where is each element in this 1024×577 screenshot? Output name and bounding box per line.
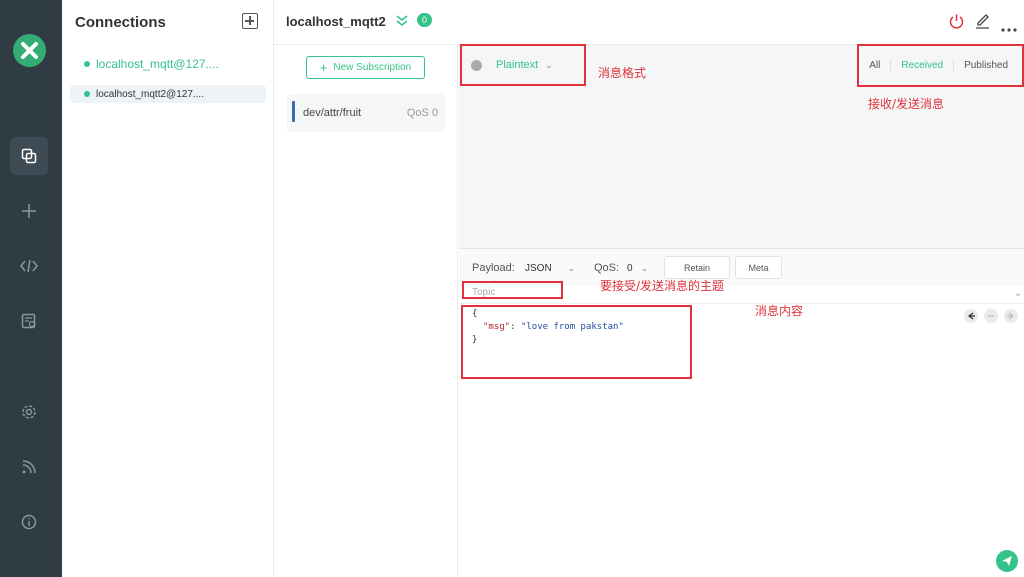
app-window: Connections localhost_mqtt@127.... local… — [0, 0, 1024, 577]
history-reset-icon[interactable] — [984, 309, 998, 323]
new-subscription-button[interactable]: + New Subscription — [306, 56, 425, 79]
annotation-box-format — [460, 44, 586, 86]
online-status-dot — [84, 61, 90, 67]
new-subscription-label: New Subscription — [333, 62, 412, 73]
annotation-topic-label: 要接受/发送消息的主题 — [600, 279, 725, 293]
subscribe-feed-nav-button[interactable] — [10, 448, 48, 486]
connection-item-selected[interactable]: localhost_mqtt2@127.... — [70, 85, 266, 103]
about-nav-button[interactable] — [10, 503, 48, 541]
connection-header: localhost_mqtt2 0 — [274, 0, 1024, 45]
script-nav-button[interactable] — [10, 247, 48, 285]
connection-label: localhost_mqtt2@127.... — [96, 88, 204, 100]
subscription-topic: dev/attr/fruit — [303, 107, 362, 119]
app-logo — [13, 34, 46, 67]
annotation-direction-label: 接收/发送消息 — [868, 97, 945, 111]
subscription-color-bar — [292, 101, 295, 122]
annotation-content-label: 消息内容 — [755, 304, 804, 318]
payload-format-select[interactable]: JSON ⌄ — [525, 259, 575, 277]
message-count-badge: 0 — [417, 13, 432, 27]
connection-item[interactable]: localhost_mqtt@127.... — [70, 45, 266, 83]
retain-checkbox[interactable]: Retain — [664, 256, 730, 279]
history-forward-icon[interactable] — [1004, 309, 1018, 323]
qos-select[interactable]: 0 ⌄ — [627, 259, 648, 277]
send-icon — [1002, 556, 1012, 566]
edit-icon[interactable] — [975, 13, 990, 34]
gear-icon — [21, 404, 37, 420]
payload-label: Payload: — [472, 262, 515, 274]
annotation-box-content — [461, 305, 692, 379]
chevron-down-icon: ⌄ — [567, 262, 576, 273]
qos-label: QoS: — [594, 262, 620, 274]
disconnect-icon[interactable] — [949, 13, 964, 34]
connections-title: Connections — [75, 14, 166, 31]
double-chevron-down-icon[interactable] — [395, 14, 409, 32]
more-options-icon[interactable] — [1001, 19, 1017, 37]
annotation-box-direction — [857, 44, 1024, 87]
log-nav-button[interactable] — [10, 302, 48, 340]
log-icon — [21, 313, 37, 329]
online-status-dot — [84, 91, 90, 97]
nav-rail — [0, 0, 62, 577]
annotation-format-label: 消息格式 — [598, 66, 647, 80]
code-icon — [20, 258, 38, 274]
qos-value: 0 — [627, 262, 633, 274]
connections-panel: Connections localhost_mqtt@127.... local… — [62, 0, 274, 577]
connections-nav-button[interactable] — [10, 137, 48, 175]
retain-label: Retain — [683, 262, 710, 273]
meta-label: Meta — [748, 262, 769, 273]
send-button[interactable] — [996, 550, 1018, 572]
subscription-qos: QoS 0 — [406, 107, 438, 119]
chevron-down-icon: ⌄ — [640, 262, 649, 273]
connection-label: localhost_mqtt@127.... — [96, 57, 219, 71]
meta-button[interactable]: Meta — [735, 256, 782, 279]
new-connection-nav-button[interactable] — [10, 192, 48, 230]
add-connection-icon[interactable] — [242, 13, 258, 29]
info-icon — [21, 514, 37, 530]
settings-nav-button[interactable] — [10, 393, 48, 431]
plus-icon: + — [319, 60, 328, 75]
plus-icon — [21, 203, 37, 219]
history-back-icon[interactable] — [964, 309, 978, 323]
chevron-down-icon[interactable]: ⌄ — [1014, 288, 1022, 299]
connection-title: localhost_mqtt2 — [286, 14, 386, 29]
connections-icon — [21, 148, 37, 164]
subscriptions-panel: + New Subscription dev/attr/fruit QoS 0 — [274, 45, 458, 577]
annotation-box-topic — [462, 281, 563, 299]
subscription-item[interactable]: dev/attr/fruit QoS 0 — [287, 94, 445, 132]
rss-icon — [21, 459, 37, 475]
payload-format-value: JSON — [525, 262, 552, 274]
